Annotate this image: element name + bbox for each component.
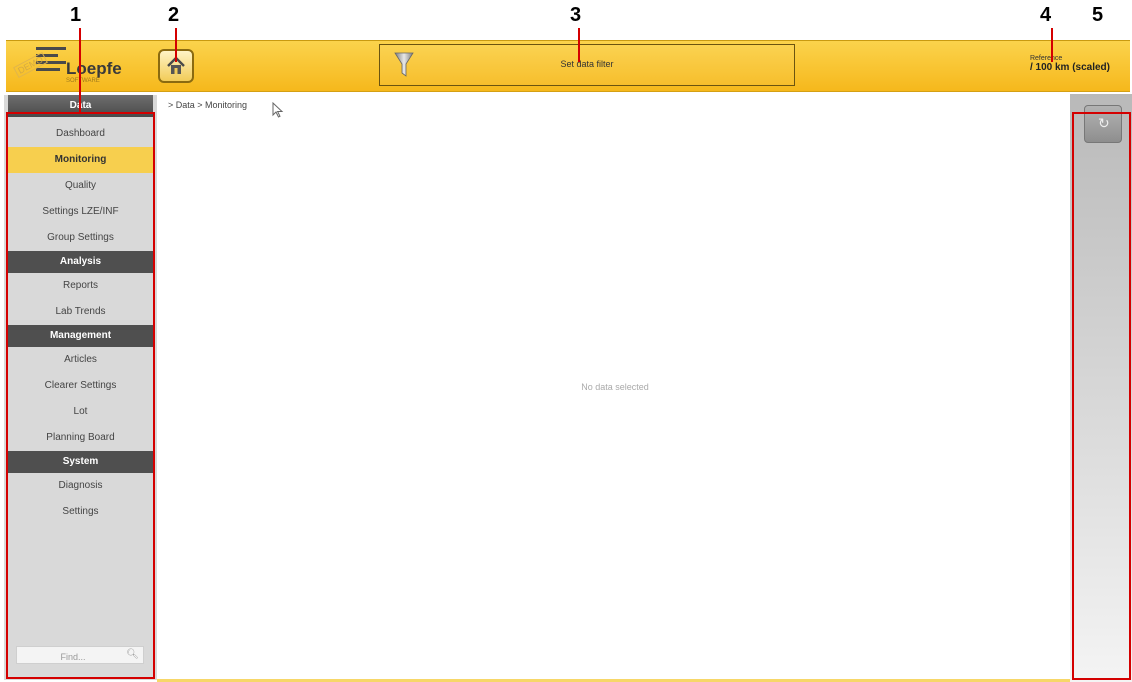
sidebar-item-diagnosis[interactable]: Diagnosis	[8, 473, 153, 499]
sidebar-item-settings[interactable]: Settings	[8, 499, 153, 525]
brand-name: Loepfe	[66, 59, 122, 78]
sidebar-item-group-settings[interactable]: Group Settings	[8, 225, 153, 251]
find-box: 🔍︎	[16, 646, 144, 665]
sidebar-item-lot[interactable]: Lot	[8, 399, 153, 425]
callout-2: 2	[168, 4, 180, 26]
sidebar-item-monitoring[interactable]: Monitoring	[8, 147, 153, 173]
refresh-button[interactable]: ↻	[1084, 105, 1122, 143]
section-header-analysis[interactable]: Analysis	[8, 251, 153, 273]
search-icon[interactable]: 🔍︎	[126, 649, 139, 660]
callout-1: 1	[70, 4, 82, 26]
mouse-cursor-icon	[272, 102, 284, 118]
callout-3: 3	[570, 4, 582, 26]
sidebar-item-quality[interactable]: Quality	[8, 173, 153, 199]
filter-label: Set data filter	[560, 59, 614, 69]
loepfe-logo: DEMO Loepfe SOFTWARE	[13, 45, 124, 87]
callout-line-1	[79, 28, 81, 114]
section-header-system[interactable]: System	[8, 451, 153, 473]
reference-value: / 100 km (scaled)	[1029, 62, 1110, 73]
set-data-filter-button[interactable]: Set data filter	[379, 44, 795, 86]
reference-display[interactable]: Reference / 100 km (scaled)	[1030, 55, 1110, 73]
right-panel	[1070, 94, 1132, 682]
sidebar-item-lab-trends[interactable]: Lab Trends	[8, 299, 153, 325]
refresh-icon: ↻	[1098, 115, 1110, 131]
reference-label: Reference	[1029, 55, 1063, 62]
section-header-management[interactable]: Management	[8, 325, 153, 347]
sidebar-item-articles[interactable]: Articles	[8, 347, 153, 373]
empty-state-message: No data selected	[581, 382, 649, 392]
callout-4: 4	[1040, 4, 1052, 26]
sidebar-item-planning-board[interactable]: Planning Board	[8, 425, 153, 451]
sidebar: Data Dashboard Monitoring Quality Settin…	[4, 95, 157, 680]
sidebar-item-clearer-settings[interactable]: Clearer Settings	[8, 373, 153, 399]
find-input[interactable]	[17, 649, 123, 665]
brand-tag: SOFTWARE	[66, 78, 100, 84]
callout-5: 5	[1092, 4, 1104, 26]
callout-line-4	[1051, 28, 1053, 62]
breadcrumb[interactable]: > Data > Monitoring	[168, 100, 247, 110]
sidebar-item-dashboard[interactable]: Dashboard	[8, 121, 153, 147]
sidebar-item-reports[interactable]: Reports	[8, 273, 153, 299]
callout-line-3	[578, 28, 580, 62]
sidebar-item-settings-lze-inf[interactable]: Settings LZE/INF	[8, 199, 153, 225]
callout-line-2	[175, 28, 177, 62]
